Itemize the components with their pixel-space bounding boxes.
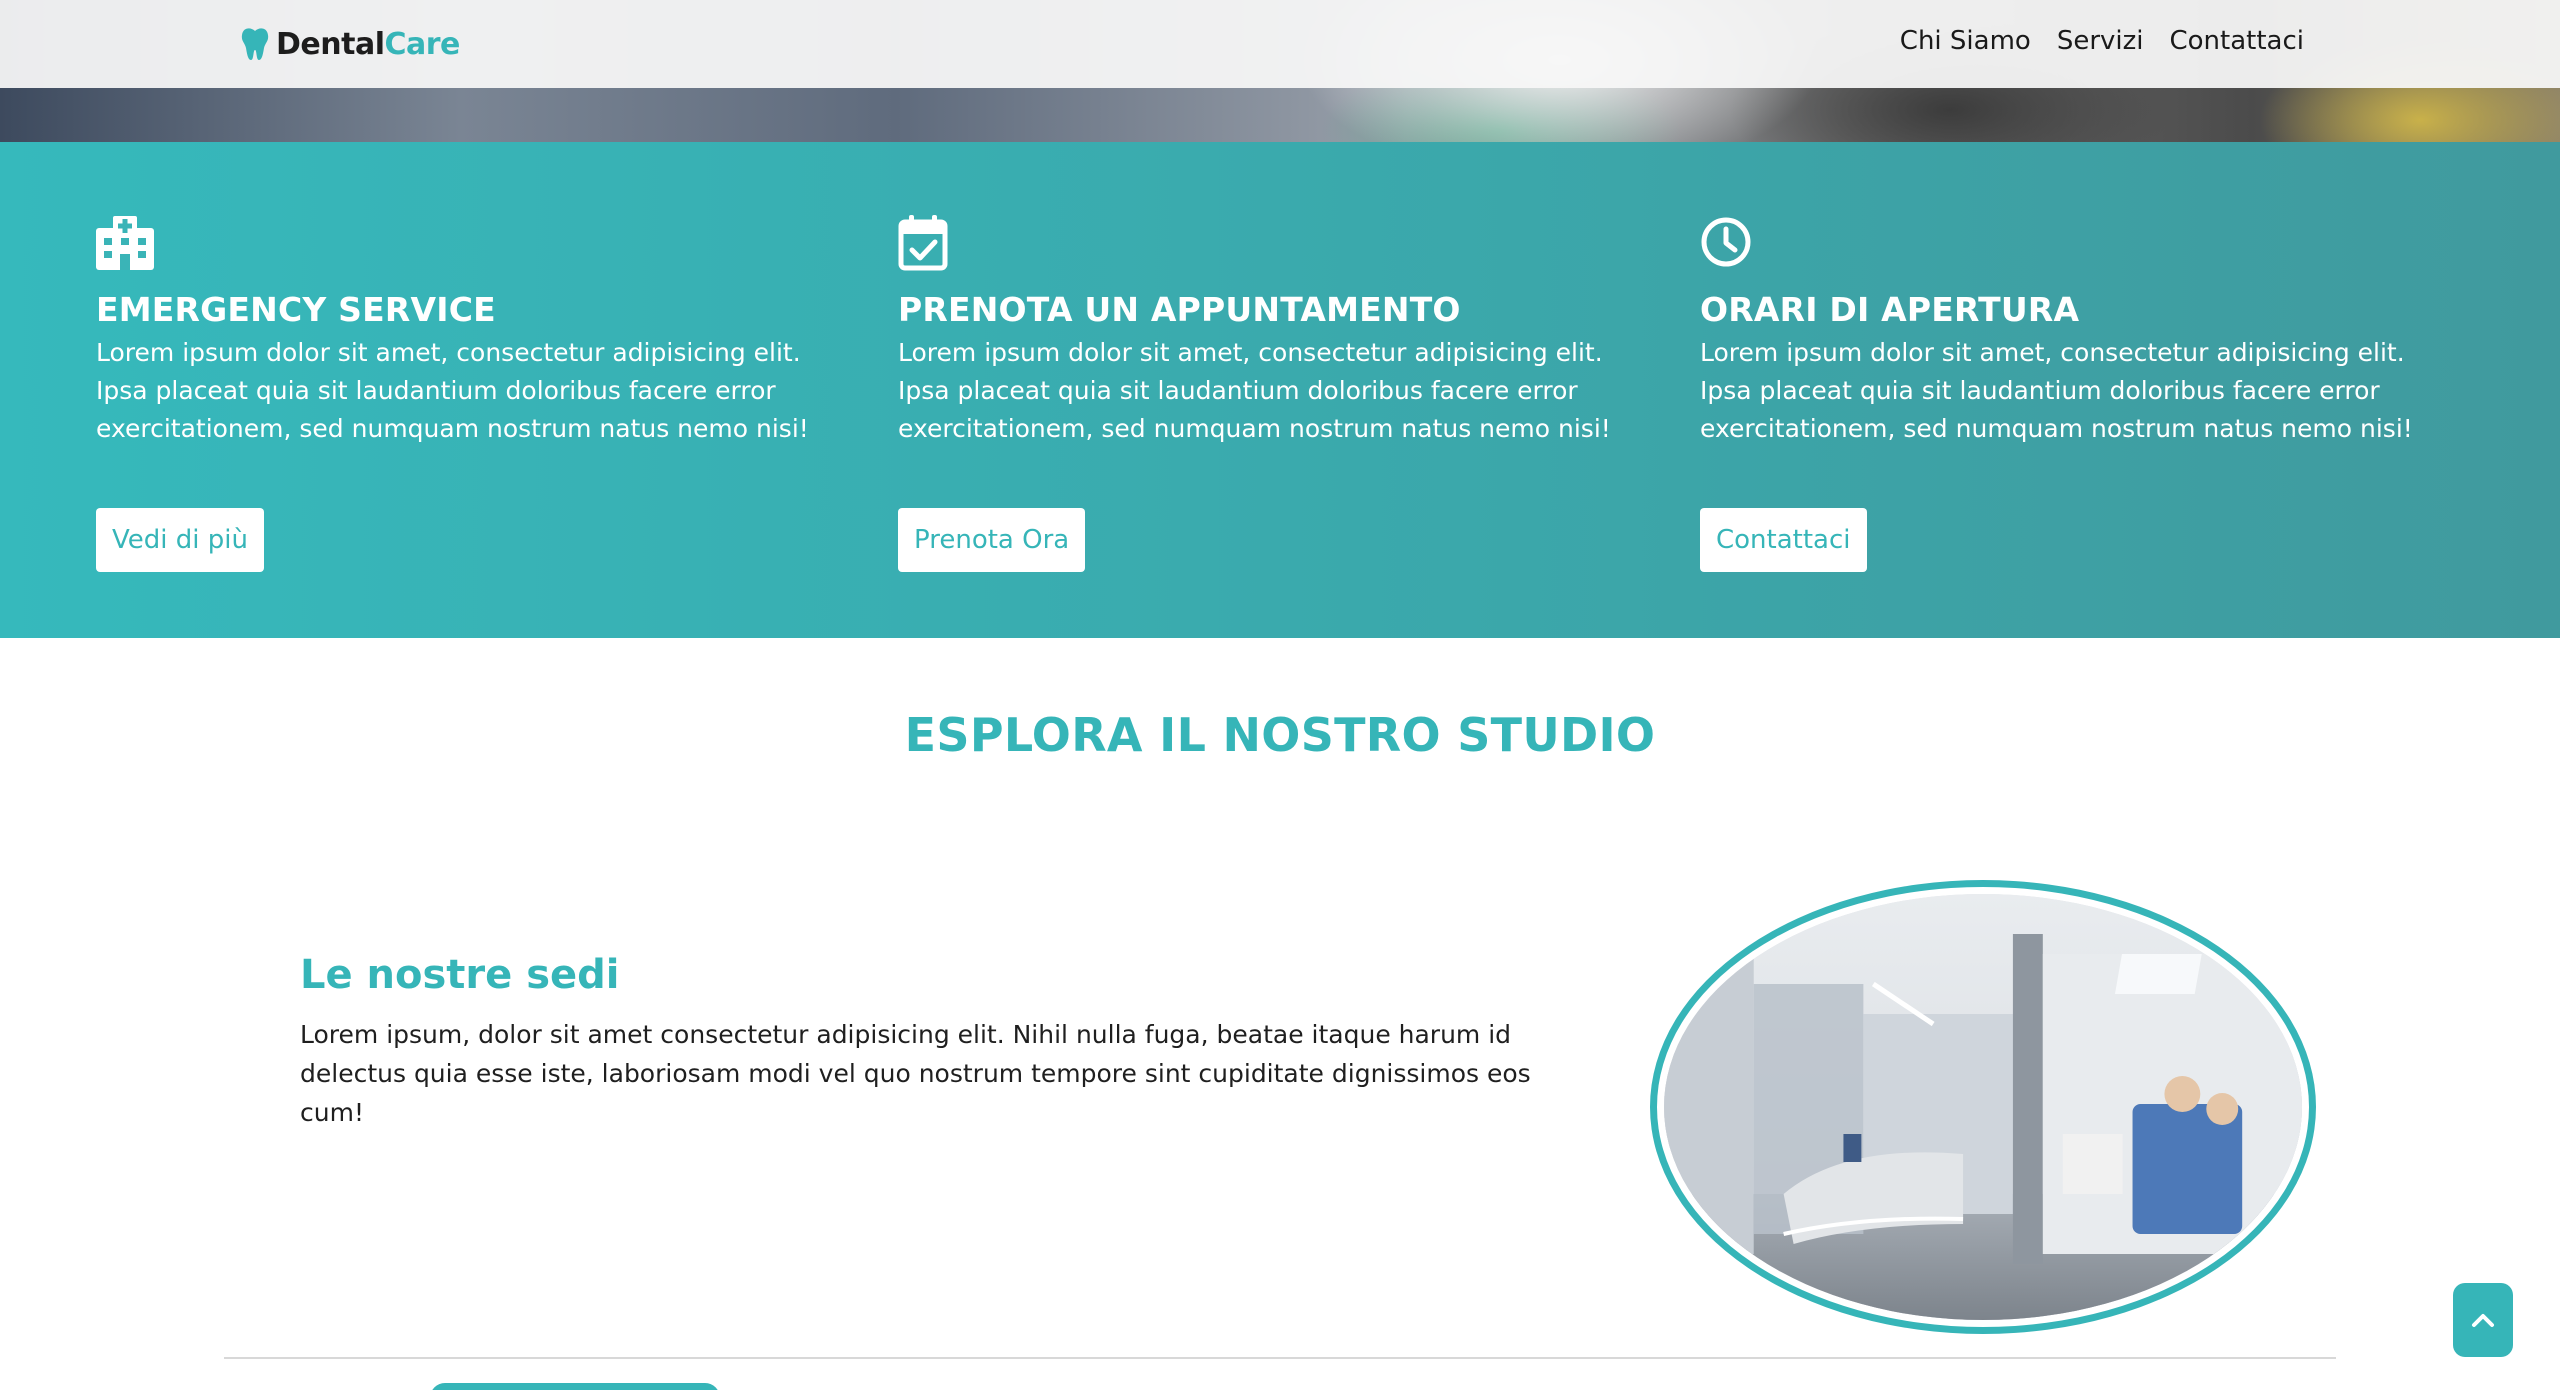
brand-name-part1: Dental <box>276 26 385 62</box>
clinic-reception-image <box>1664 894 2302 1320</box>
services-section: EMERGENCY SERVICE Lorem ipsum dolor sit … <box>0 142 2560 638</box>
service-description: Lorem ipsum dolor sit amet, consectetur … <box>898 338 1611 443</box>
brand-logo[interactable]: Dental Care <box>240 22 460 66</box>
nav-link-chi-siamo[interactable]: Chi Siamo <box>1900 26 2031 56</box>
studio-image-frame <box>1650 880 2316 1334</box>
next-section-pill <box>430 1383 720 1390</box>
studio-photo <box>1664 894 2302 1320</box>
section-divider <box>224 1357 2336 1359</box>
hospital-icon <box>96 216 154 270</box>
sede-title: Le nostre sedi <box>300 952 620 998</box>
service-title: EMERGENCY SERVICE <box>96 290 496 329</box>
service-description: Lorem ipsum dolor sit amet, consectetur … <box>96 338 809 443</box>
service-card-appointment: PRENOTA UN APPUNTAMENTO Lorem ipsum dolo… <box>898 214 1658 448</box>
tooth-icon <box>241 28 269 60</box>
service-description: Lorem ipsum dolor sit amet, consectetur … <box>1700 338 2413 443</box>
service-card-emergency: EMERGENCY SERVICE Lorem ipsum dolor sit … <box>96 214 856 448</box>
navbar: Dental Care Chi Siamo Servizi Contattaci <box>0 0 2560 88</box>
chevron-up-icon <box>2472 1314 2494 1327</box>
section-title: ESPLORA IL NOSTRO STUDIO <box>904 708 1656 762</box>
service-card-hours: ORARI DI APERTURA Lorem ipsum dolor sit … <box>1700 214 2460 448</box>
nav-link-servizi[interactable]: Servizi <box>2057 26 2144 56</box>
service-title: PRENOTA UN APPUNTAMENTO <box>898 290 1461 329</box>
prenota-ora-button[interactable]: Prenota Ora <box>898 508 1086 572</box>
brand-name-part2: Care <box>384 26 460 62</box>
service-title: ORARI DI APERTURA <box>1700 290 2080 329</box>
main-nav: Chi Siamo Servizi Contattaci <box>1900 26 2304 56</box>
nav-link-contattaci[interactable]: Contattaci <box>2169 26 2304 56</box>
vedi-di-piu-button[interactable]: Vedi di più <box>96 508 264 572</box>
contattaci-button[interactable]: Contattaci <box>1700 508 1867 572</box>
back-to-top-button[interactable] <box>2453 1283 2513 1357</box>
sede-description: Lorem ipsum, dolor sit amet consectetur … <box>300 1020 1531 1127</box>
calendar-check-icon <box>898 215 948 271</box>
clock-icon <box>1701 217 1751 267</box>
